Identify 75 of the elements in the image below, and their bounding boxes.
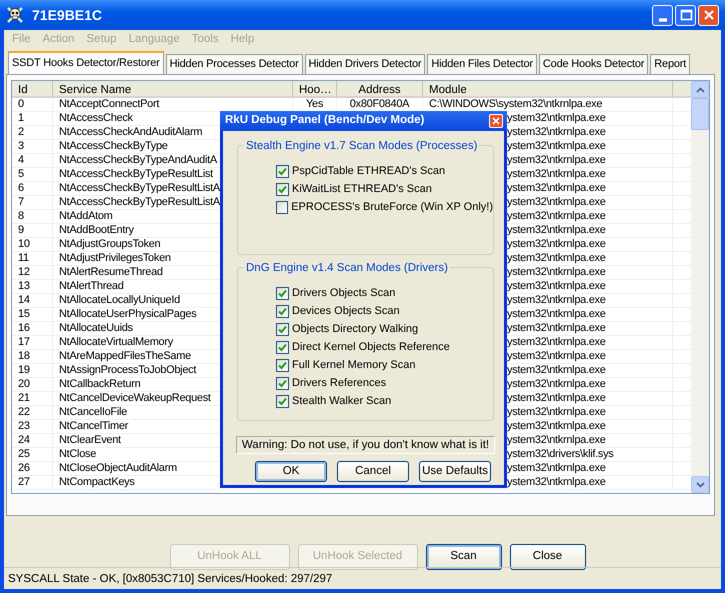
- tab[interactable]: Hidden Files Detector: [427, 54, 537, 74]
- checkbox-label[interactable]: Objects Directory Walking: [292, 320, 418, 338]
- checkbox-label[interactable]: Drivers References: [292, 374, 386, 392]
- table-cell: 22: [12, 406, 53, 419]
- table-cell: 7: [12, 196, 53, 209]
- table-cell: 20: [12, 378, 53, 391]
- tab[interactable]: SSDT Hooks Detector/Restorer: [8, 51, 164, 74]
- checkbox[interactable]: [276, 394, 289, 408]
- checkbox[interactable]: [276, 164, 289, 178]
- close-icon: [491, 116, 501, 126]
- window-title: 71E9BE1C: [32, 6, 104, 24]
- tab[interactable]: Code Hooks Detector: [538, 54, 648, 74]
- table-cell: 3: [12, 140, 53, 153]
- warning-text: Warning: Do not use, if you don't know what is it!: [236, 436, 495, 454]
- skull-icon: [6, 6, 24, 24]
- checkbox[interactable]: [276, 376, 289, 390]
- column-header[interactable]: Address: [337, 81, 423, 96]
- table-cell: 17: [12, 336, 53, 349]
- table-cell: 8: [12, 210, 53, 223]
- table-cell: 0: [12, 98, 53, 111]
- table-cell: 9: [12, 224, 53, 237]
- table-cell: 21: [12, 392, 53, 405]
- scrollbar[interactable]: [691, 81, 709, 493]
- scroll-up-button[interactable]: [691, 81, 709, 98]
- column-header[interactable]: Module: [423, 81, 673, 96]
- maximize-icon: [678, 7, 694, 23]
- maximize-button[interactable]: [675, 4, 696, 26]
- column-header[interactable]: Service Name: [53, 81, 293, 96]
- dialog-button[interactable]: OK: [255, 461, 327, 482]
- column-header[interactable]: Id: [12, 81, 53, 96]
- table-cell: 13: [12, 280, 53, 293]
- table-cell: 15: [12, 308, 53, 321]
- tab[interactable]: Hidden Processes Detector: [166, 54, 303, 74]
- table-cell: 2: [12, 126, 53, 139]
- checkbox[interactable]: [276, 322, 289, 336]
- minimize-button[interactable]: [652, 4, 673, 26]
- table-cell: 12: [12, 266, 53, 279]
- table-cell: 24: [12, 434, 53, 447]
- tab[interactable]: Hidden Drivers Detector: [304, 54, 426, 74]
- dialog-button[interactable]: Cancel: [337, 461, 409, 482]
- table-cell: 23: [12, 420, 53, 433]
- table-cell: 25: [12, 448, 53, 461]
- checkbox-label[interactable]: Stealth Walker Scan: [292, 392, 392, 410]
- checkbox-label[interactable]: Full Kernel Memory Scan: [292, 356, 416, 374]
- close-button[interactable]: [489, 114, 503, 128]
- minimize-icon: [658, 18, 666, 22]
- checkbox[interactable]: [276, 340, 289, 354]
- table-cell: 19: [12, 364, 53, 377]
- tab[interactable]: Report: [650, 54, 690, 74]
- column-header[interactable]: Hoo…: [293, 81, 337, 96]
- scroll-down-button[interactable]: [691, 476, 709, 493]
- table-cell: 1: [12, 112, 53, 125]
- table-cell: 18: [12, 350, 53, 363]
- scroll-thumb[interactable]: [691, 98, 709, 130]
- checkbox[interactable]: [276, 358, 289, 372]
- checkbox[interactable]: [276, 286, 289, 300]
- checkbox-label[interactable]: Devices Objects Scan: [292, 302, 400, 320]
- table-cell: 4: [12, 154, 53, 167]
- table-cell: 14: [12, 294, 53, 307]
- close-button[interactable]: [698, 4, 719, 26]
- table-cell: 10: [12, 238, 53, 251]
- checkbox[interactable]: [276, 182, 289, 196]
- checkbox-label[interactable]: Drivers Objects Scan: [292, 284, 396, 302]
- action-button[interactable]: Close: [510, 544, 586, 570]
- table-cell: 26: [12, 462, 53, 475]
- table-cell: 27: [12, 476, 53, 489]
- table-cell: 5: [12, 168, 53, 181]
- action-button[interactable]: Scan: [426, 544, 502, 570]
- status-bar: SYSCALL State - OK, [0x8053C710] Services/Hooked: 297/297: [4, 567, 721, 589]
- table-cell: 6: [12, 182, 53, 195]
- checkbox[interactable]: [276, 200, 288, 214]
- table-cell: 11: [12, 252, 53, 265]
- table-cell: 16: [12, 322, 53, 335]
- checkbox[interactable]: [276, 304, 289, 318]
- dialog-button[interactable]: Use Defaults: [419, 461, 491, 482]
